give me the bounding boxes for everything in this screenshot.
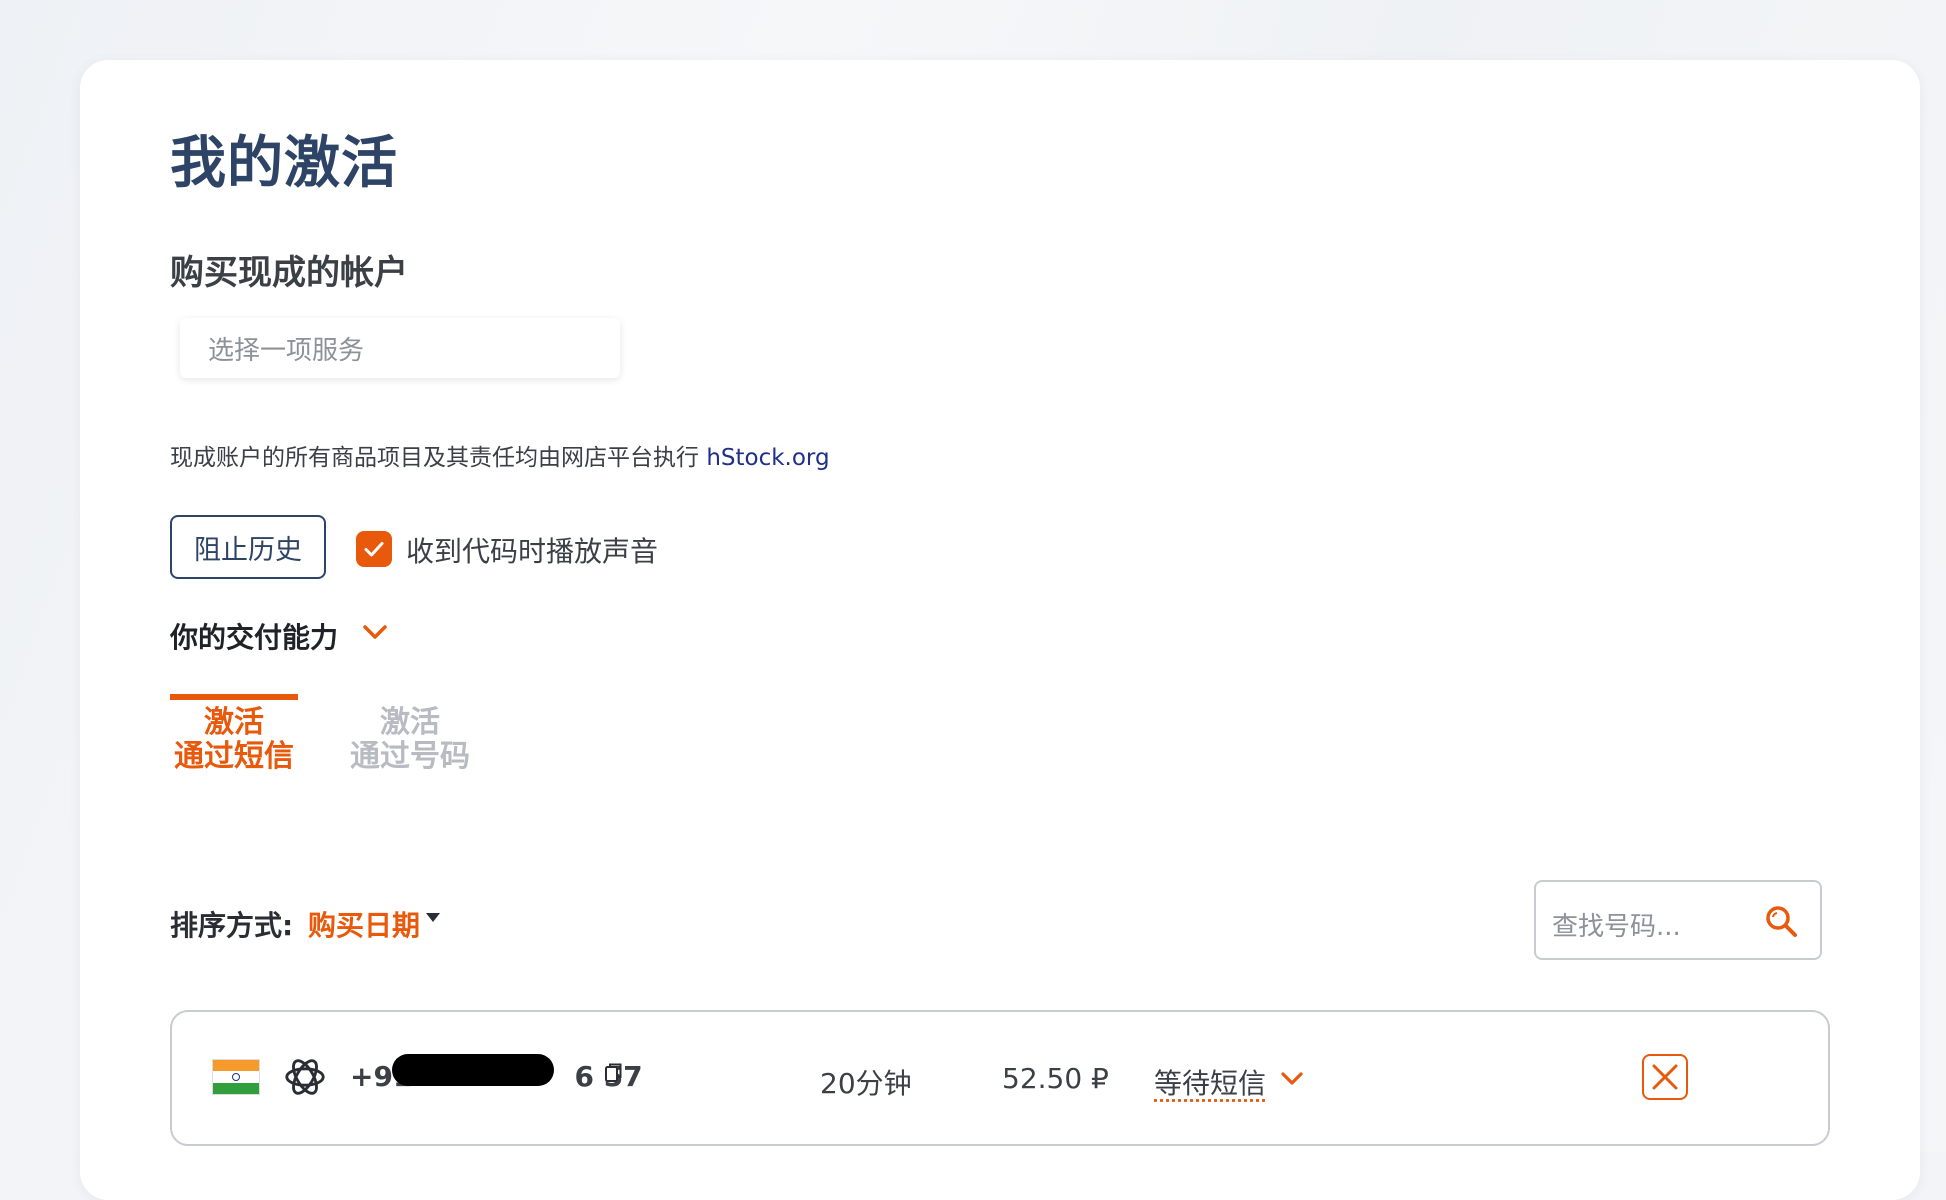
cancel-activation-button[interactable] <box>1642 1054 1688 1100</box>
tab-activation-sms[interactable]: 激活 通过短信 <box>170 694 298 774</box>
copy-icon[interactable] <box>604 1062 624 1084</box>
openai-icon <box>282 1054 328 1100</box>
ready-accounts-notice: 现成账户的所有商品项目及其责任均由网店平台执行 hStock.org <box>170 438 830 472</box>
ready-accounts-title: 购买现成的帐户 <box>170 245 408 294</box>
service-select-placeholder: 选择一项服务 <box>208 330 364 367</box>
activation-price: 52.50 ₽ <box>1002 1062 1109 1095</box>
tab-activation-sms-line2: 通过短信 <box>170 740 298 774</box>
search-placeholder: 查找号码... <box>1552 906 1681 943</box>
tab-activation-sms-line1: 激活 <box>170 706 298 740</box>
page-title: 我的激活 <box>170 118 398 199</box>
sort-dropdown[interactable]: 购买日期 <box>308 904 420 944</box>
activation-row: +91 6 57 20分钟 52.50 ₽ 等待短信 <box>170 1010 1830 1146</box>
tab-activation-number[interactable]: 激活 通过号码 <box>346 700 474 774</box>
activation-status[interactable]: 等待短信 <box>1154 1062 1266 1102</box>
search-number-input[interactable]: 查找号码... <box>1534 880 1822 960</box>
activations-card: 我的激活 购买现成的帐户 选择一项服务 现成账户的所有商品项目及其责任均由网店平… <box>80 60 1920 1200</box>
activation-duration: 20分钟 <box>820 1062 912 1102</box>
checkmark-icon <box>362 537 386 561</box>
chevron-down-icon[interactable] <box>360 620 390 644</box>
tab-activation-number-line2: 通过号码 <box>346 740 474 774</box>
block-history-label: 阻止历史 <box>194 528 302 567</box>
tab-activation-number-line1: 激活 <box>346 706 474 740</box>
hstock-link[interactable]: hStock.org <box>706 445 829 471</box>
service-select[interactable]: 选择一项服务 <box>180 318 620 378</box>
payment-options-label[interactable]: 你的交付能力 <box>170 616 338 656</box>
block-history-button[interactable]: 阻止历史 <box>170 515 326 579</box>
search-icon[interactable] <box>1764 904 1800 940</box>
india-flag-icon <box>212 1059 260 1095</box>
caret-down-icon[interactable] <box>426 913 440 922</box>
phone-redaction <box>392 1054 554 1086</box>
close-icon <box>1650 1062 1680 1092</box>
sort-label: 排序方式: <box>170 904 293 944</box>
chevron-down-icon[interactable] <box>1280 1070 1304 1088</box>
notice-text: 现成账户的所有商品项目及其责任均由网店平台执行 <box>170 445 706 471</box>
sound-on-code-checkbox[interactable] <box>356 531 392 567</box>
sound-on-code-label: 收到代码时播放声音 <box>406 530 658 570</box>
